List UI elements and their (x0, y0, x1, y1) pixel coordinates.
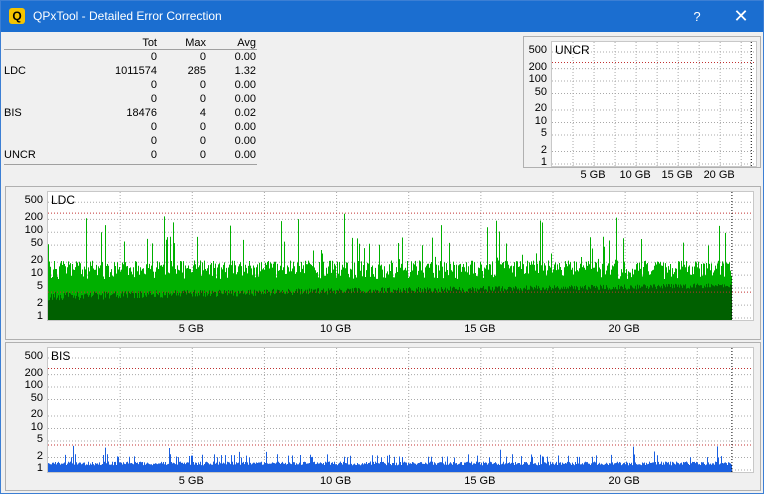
x-tick-label: 5 GB (178, 323, 204, 335)
stats-row-avg: 1.32 (234, 65, 256, 77)
y-tick-label: 200 (528, 60, 547, 73)
y-tick-label: 1 (36, 310, 43, 322)
stats-row-max: 0 (199, 93, 206, 105)
stats-table: Tot Max Avg 0 0 0.00 LDC 1011574 285 1.32 0 0 0.0… (4, 36, 257, 165)
close-button[interactable]: ✕ (721, 1, 761, 32)
plot-area (47, 347, 754, 473)
y-tick-label: 100 (24, 379, 43, 392)
ldc-chart-panel: 500 200 100 50 20 10 5 2 1 5 GB 10 GB 15 GB 20 GB LDC (5, 186, 761, 340)
y-tick-label: 100 (24, 224, 43, 237)
x-tick-label: 5 GB (178, 475, 204, 487)
stats-row-tot: 1011574 (114, 65, 157, 77)
stats-header-max: Max (185, 37, 206, 49)
stats-row: 0 0 0.00 (4, 50, 257, 64)
stats-header-row: Tot Max Avg (4, 36, 257, 50)
stats-row-avg: 0.00 (234, 135, 256, 147)
chart-svg (48, 192, 753, 320)
y-tick-label: 500 (528, 44, 547, 57)
stats-row-tot: 0 (150, 121, 157, 133)
y-tick-label: 5 (36, 433, 43, 445)
chart-title: BIS (51, 349, 71, 363)
stats-row-max: 0 (199, 121, 206, 133)
stats-row: BIS 18476 4 0.02 (4, 106, 257, 120)
stats-row-tot: 0 (150, 79, 157, 91)
stats-row: 0 0 0.00 (4, 120, 257, 134)
stats-row: 0 0 0.00 (4, 78, 257, 92)
stats-row-max: 0 (199, 51, 206, 63)
stats-row-avg: 0.00 (234, 51, 256, 63)
y-tick-label: 20 (534, 102, 547, 115)
stats-row: LDC 1011574 285 1.32 (4, 64, 257, 78)
stats-row-max: 0 (199, 149, 206, 161)
y-tick-label: 2 (36, 297, 43, 310)
y-tick-label: 100 (528, 73, 547, 86)
y-tick-label: 20 (30, 408, 43, 421)
y-tick-label: 20 (30, 254, 43, 267)
x-tick-label: 15 GB (464, 475, 496, 487)
y-tick-label: 500 (24, 350, 43, 363)
stats-row: UNCR 0 0 0.00 (4, 148, 257, 162)
y-tick-label: 10 (30, 267, 43, 280)
y-tick-label: 5 (540, 127, 547, 139)
y-tick-label: 50 (30, 237, 43, 250)
chart-svg (552, 42, 756, 166)
stats-row-label: BIS (4, 107, 22, 119)
y-tick-label: 1 (540, 156, 547, 168)
y-tick-label: 200 (24, 211, 43, 224)
stats-row-label: UNCR (4, 149, 36, 161)
stats-row-tot: 0 (150, 135, 157, 147)
y-tick-label: 200 (24, 366, 43, 379)
help-button[interactable]: ? (677, 1, 717, 32)
stats-row-tot: 0 (150, 93, 157, 105)
bis-chart-panel: 500 200 100 50 20 10 5 2 1 5 GB 10 GB 15 GB 20 GB BIS (5, 342, 761, 491)
x-tick-label: 20 GB (703, 169, 735, 181)
chart-title: LDC (51, 193, 76, 207)
stats-row-label: LDC (4, 65, 27, 77)
stats-row-tot: 0 (150, 149, 157, 161)
bis-bars (48, 445, 732, 472)
x-tick-label: 15 GB (661, 169, 693, 181)
stats-header-avg: Avg (237, 37, 256, 49)
x-tick-label: 10 GB (619, 169, 651, 181)
stats-row-tot: 0 (150, 51, 157, 63)
stats-divider (4, 164, 257, 165)
chart-svg (48, 348, 753, 472)
x-tick-label: 15 GB (464, 323, 496, 335)
uncr-chart-panel: 500 200 100 50 20 10 5 2 1 5 GB 10 GB 15 GB 20 GB UNC… (523, 36, 761, 181)
x-tick-label: 5 GB (580, 169, 606, 181)
y-tick-label: 2 (36, 449, 43, 462)
stats-row-max: 0 (199, 135, 206, 147)
stats-row-max: 285 (187, 65, 206, 77)
plot-area (47, 191, 754, 321)
stats-row: 0 0 0.00 (4, 134, 257, 148)
stats-row-avg: 0.00 (234, 149, 256, 161)
y-tick-label: 10 (534, 114, 547, 127)
y-tick-label: 500 (24, 194, 43, 207)
y-tick-label: 50 (534, 85, 547, 98)
stats-row-avg: 0.00 (234, 79, 256, 91)
x-tick-label: 10 GB (319, 475, 352, 487)
chart-title: UNCR (555, 43, 590, 57)
plot-area (551, 41, 757, 167)
x-tick-label: 10 GB (319, 323, 352, 335)
stats-row-avg: 0.00 (234, 93, 256, 105)
stats-row-avg: 0.00 (234, 121, 256, 133)
x-tick-label: 20 GB (608, 323, 640, 335)
y-tick-label: 5 (36, 280, 43, 293)
stats-row-avg: 0.02 (234, 107, 256, 119)
y-tick-label: 10 (30, 420, 43, 433)
stats-row-max: 0 (199, 79, 206, 91)
y-tick-label: 50 (30, 391, 43, 404)
title-bar[interactable]: Q QPxTool - Detailed Error Correction ? … (1, 1, 763, 32)
y-tick-label: 1 (36, 462, 43, 474)
stats-row: 0 0 0.00 (4, 92, 257, 106)
y-tick-label: 2 (540, 143, 547, 156)
qpxtool-app-icon: Q (9, 8, 25, 24)
window-title: QPxTool - Detailed Error Correction (33, 9, 222, 23)
error-correction-window: Q QPxTool - Detailed Error Correction ? … (0, 0, 764, 494)
stats-row-max: 4 (199, 107, 206, 119)
stats-row-tot: 18476 (126, 107, 157, 119)
stats-header-tot: Tot (142, 37, 157, 49)
x-tick-label: 20 GB (608, 475, 640, 487)
